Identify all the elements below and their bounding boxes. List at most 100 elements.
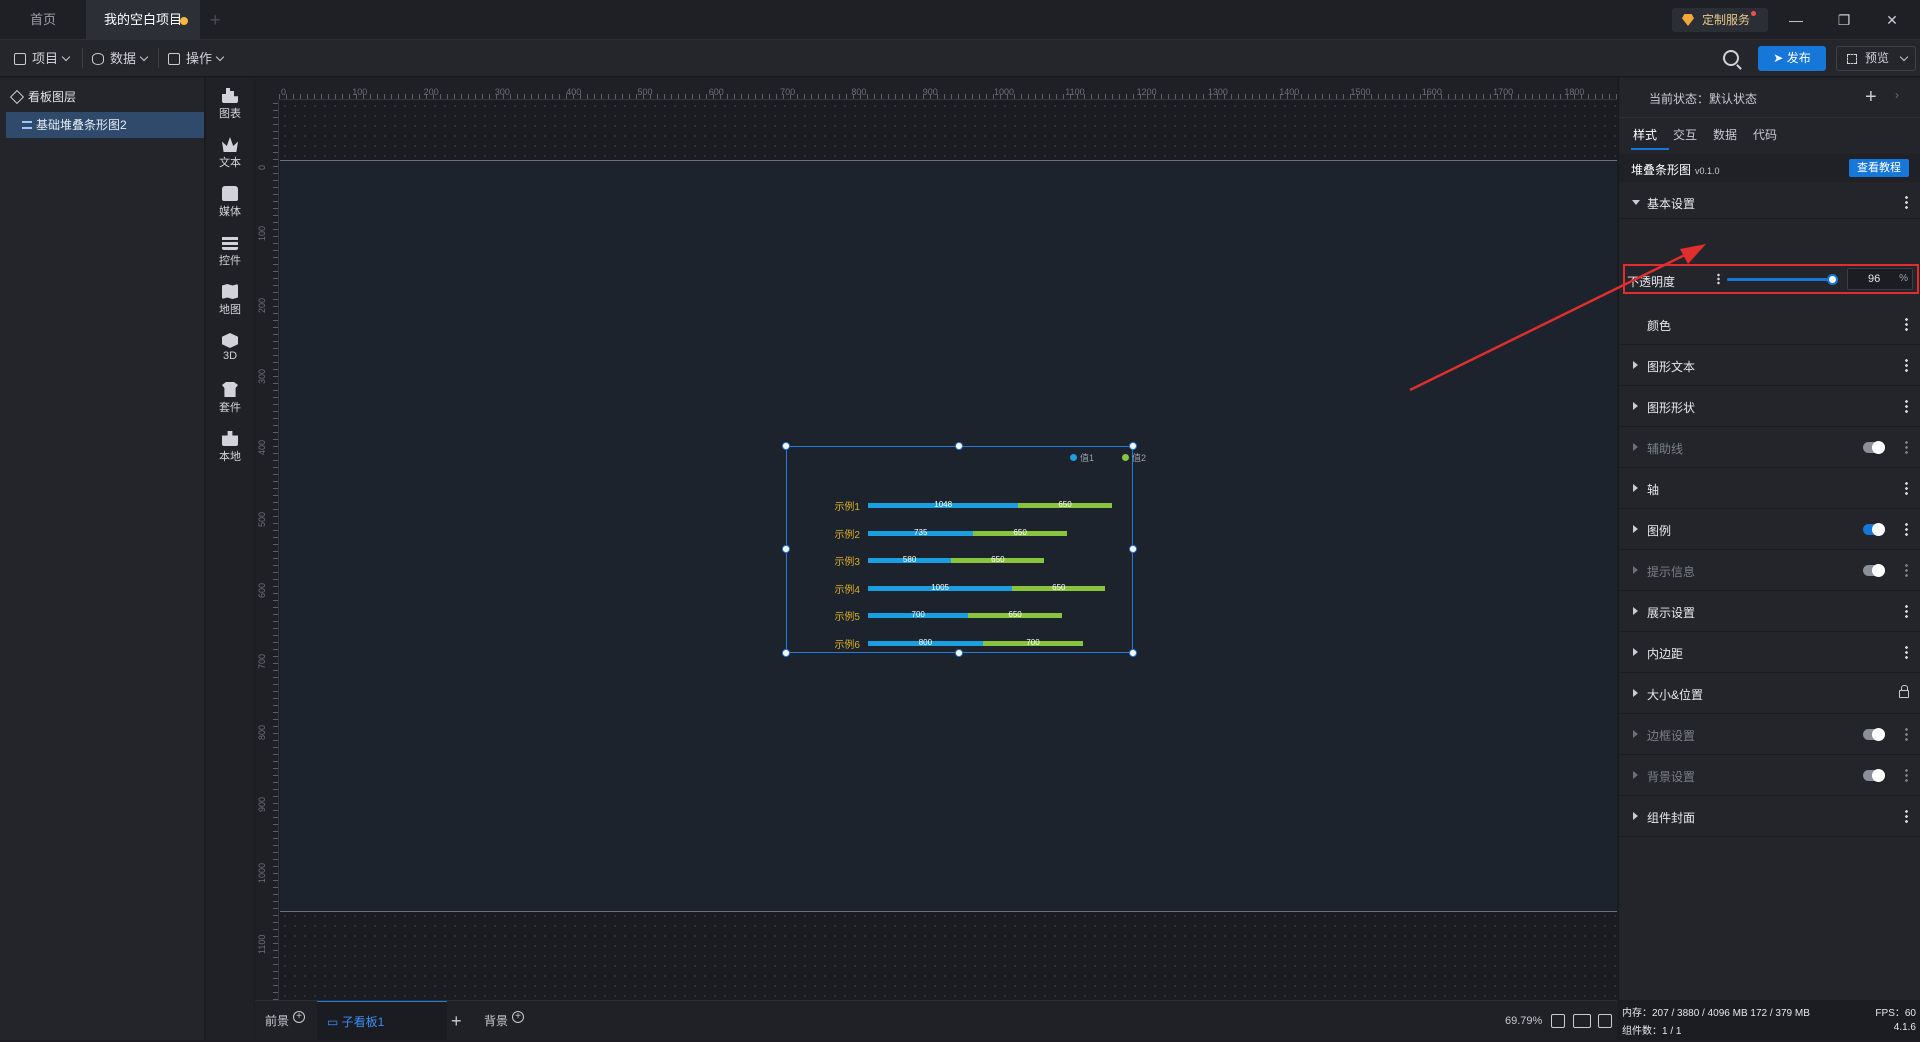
legend-label: 值1	[1080, 453, 1095, 463]
fit-screen-icon[interactable]	[1551, 1014, 1565, 1028]
more-icon[interactable]	[1905, 727, 1908, 741]
tab-home[interactable]: 首页	[0, 0, 86, 40]
chevron-down-icon	[215, 52, 225, 62]
section-row[interactable]: 图形文本	[1619, 345, 1920, 386]
section-row[interactable]: 组件封面	[1619, 796, 1920, 837]
section-row[interactable]: 大小&位置	[1619, 673, 1920, 714]
opacity-input[interactable]: 96 %	[1847, 268, 1913, 290]
caret-right-icon	[1633, 689, 1638, 697]
preview-button[interactable]: 预览	[1836, 46, 1916, 71]
bar-value-label: 650	[1008, 610, 1022, 619]
more-icon[interactable]	[1905, 604, 1908, 618]
custom-service-button[interactable]: 定制服务	[1672, 8, 1768, 32]
opacity-slider[interactable]	[1727, 274, 1838, 285]
layers-title-label: 看板图层	[28, 90, 77, 104]
ruler-tick-label: 1700	[1493, 87, 1514, 97]
restore-icon[interactable]: ❐	[1832, 8, 1856, 32]
layer-item[interactable]: 基础堆叠条形图2	[6, 112, 204, 138]
section-row[interactable]: 背景设置	[1619, 755, 1920, 796]
current-state[interactable]: 当前状态：默认状态	[1649, 90, 1757, 107]
tab-foreground[interactable]: 前景 +	[265, 1001, 306, 1041]
section-row[interactable]: 轴	[1619, 468, 1920, 509]
more-icon[interactable]	[1717, 273, 1720, 285]
tutorial-button[interactable]: 查看教程	[1849, 159, 1909, 177]
section-toggle[interactable]	[1863, 728, 1885, 741]
opacity-slider-thumb[interactable]	[1826, 274, 1838, 285]
section-row[interactable]: 图例	[1619, 509, 1920, 550]
resize-handle-l[interactable]	[782, 545, 790, 553]
resize-handle-b[interactable]	[955, 649, 963, 657]
tool-kit[interactable]: 套件	[206, 372, 254, 424]
publish-button[interactable]: ➤ 发布	[1758, 46, 1826, 71]
resize-handle-r[interactable]	[1129, 545, 1137, 553]
tool-map[interactable]: 地图	[206, 274, 254, 326]
menu-data[interactable]: 数据	[92, 40, 149, 77]
lock-icon[interactable]	[1899, 685, 1909, 698]
add-board-button[interactable]: +	[451, 1001, 462, 1041]
section-toggle[interactable]	[1863, 564, 1885, 577]
search-icon[interactable]	[1723, 50, 1739, 66]
tab-background[interactable]: 背景 +	[484, 1001, 525, 1041]
section-row[interactable]: 提示信息	[1619, 550, 1920, 591]
tab-data[interactable]: 数据	[1713, 126, 1737, 143]
more-icon[interactable]	[1905, 195, 1908, 209]
more-icon[interactable]	[1905, 317, 1908, 331]
resize-handle-tr[interactable]	[1129, 442, 1137, 450]
tab-interaction[interactable]: 交互	[1673, 126, 1697, 143]
resize-handle-tl[interactable]	[782, 442, 790, 450]
tool-3d[interactable]: 3D	[206, 323, 254, 375]
section-row[interactable]: 边框设置	[1619, 714, 1920, 755]
resize-handle-t[interactable]	[955, 442, 963, 450]
tool-media[interactable]: 媒体	[206, 176, 254, 228]
legend-item[interactable]: 值1	[1070, 451, 1094, 464]
ruler-corner	[255, 78, 279, 100]
tool-text[interactable]: 文本	[206, 127, 254, 179]
more-icon[interactable]	[1905, 440, 1908, 454]
section-row[interactable]: 辅助线	[1619, 427, 1920, 468]
section-row[interactable]: 图形形状	[1619, 386, 1920, 427]
more-icon[interactable]	[1905, 645, 1908, 659]
section-row[interactable]: 内边距	[1619, 632, 1920, 673]
section-toggle[interactable]	[1863, 523, 1885, 536]
section-toggle[interactable]	[1863, 441, 1885, 454]
menu-project[interactable]: 项目	[14, 40, 71, 77]
more-icon[interactable]	[1905, 522, 1908, 536]
minimize-icon[interactable]: —	[1784, 8, 1808, 32]
tool-control[interactable]: 控件	[206, 225, 254, 277]
section-basic-settings[interactable]: 基本设置	[1619, 186, 1920, 219]
more-icon[interactable]	[1905, 399, 1908, 413]
terminal-icon[interactable]	[1598, 1014, 1612, 1028]
add-foreground-icon[interactable]: +	[293, 1011, 306, 1023]
more-icon[interactable]	[1905, 809, 1908, 823]
more-icon[interactable]	[1905, 563, 1908, 577]
tool-local[interactable]: 本地	[206, 421, 254, 473]
add-background-icon[interactable]: +	[512, 1011, 525, 1023]
layers-icon	[9, 89, 25, 105]
add-state-button[interactable]: +	[1865, 86, 1877, 109]
ruler-tick-label: 1800	[1564, 87, 1585, 97]
legend-label: 值2	[1132, 453, 1147, 463]
tab-project[interactable]: 我的空白项目	[86, 0, 200, 40]
resize-handle-bl[interactable]	[782, 649, 790, 657]
chevron-right-icon[interactable]: ›	[1895, 88, 1899, 102]
resize-handle-br[interactable]	[1129, 649, 1137, 657]
more-icon[interactable]	[1905, 358, 1908, 372]
bar-value-label: 1005	[931, 582, 949, 592]
main-toolbar: 项目 数据 操作 ➤ 发布 预览	[0, 40, 1920, 77]
tool-chart[interactable]: 图表	[206, 78, 254, 130]
close-icon[interactable]: ✕	[1880, 8, 1904, 32]
section-row[interactable]: 颜色	[1619, 304, 1920, 345]
legend-item[interactable]: 值2	[1122, 451, 1146, 464]
menu-operation[interactable]: 操作	[168, 40, 225, 77]
section-row[interactable]: 展示设置	[1619, 591, 1920, 632]
zoom-level[interactable]: 69.79%	[1505, 1001, 1542, 1041]
more-icon[interactable]	[1905, 768, 1908, 782]
tab-code[interactable]: 代码	[1753, 126, 1777, 143]
more-icon[interactable]	[1905, 481, 1908, 495]
tab-sub-board[interactable]: ▭ 子看板1	[317, 1001, 447, 1041]
chevron-down-icon	[61, 52, 71, 62]
keyboard-icon[interactable]	[1573, 1014, 1591, 1028]
tab-style[interactable]: 样式	[1633, 126, 1657, 143]
section-toggle[interactable]	[1863, 769, 1885, 782]
add-tab-button[interactable]: +	[210, 10, 221, 30]
